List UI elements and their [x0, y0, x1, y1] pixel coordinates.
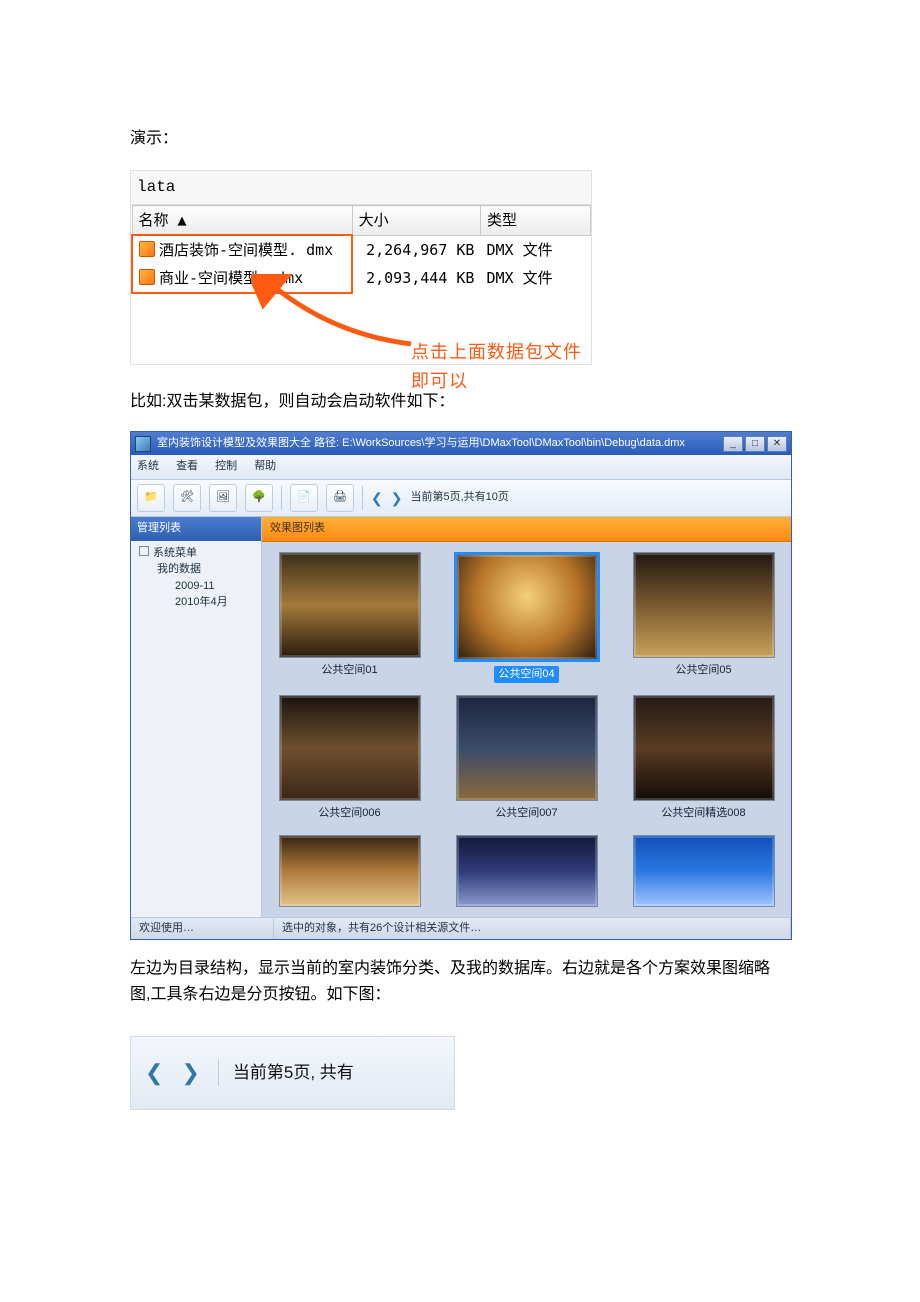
prev-page-button[interactable]: ❮	[371, 487, 383, 509]
app-window: 室内装饰设计模型及效果图大全 路径: E:\WorkSources\学习与运用\…	[130, 431, 792, 941]
window-title: 室内装饰设计模型及效果图大全 路径: E:\WorkSources\学习与运用\…	[157, 435, 721, 453]
thumbnail-label: 公共空间006	[318, 805, 380, 823]
tree-node[interactable]: 我的数据	[135, 561, 257, 578]
pager-label: 当前第5页,共有10页	[410, 489, 508, 507]
menubar: 系统 查看 控制 帮助	[131, 455, 791, 480]
pager-snippet: ❮ ❯ 当前第5页, 共有	[130, 1036, 455, 1110]
tree-node[interactable]: 系统菜单	[135, 545, 257, 562]
tree-node[interactable]: 2009-11	[135, 578, 257, 595]
thumbnail[interactable]	[447, 835, 606, 907]
dmx-file-icon	[139, 241, 155, 257]
thumbnail-grid: 公共空间01 公共空间04 公共空间05 公共空间006 公共空间007 公共空间精选00…	[262, 542, 791, 917]
thumbnail-image	[633, 695, 775, 801]
thumbnail-image	[279, 695, 421, 801]
doc-icon[interactable]: 📄	[290, 484, 318, 512]
next-page-button[interactable]: ❯	[391, 487, 403, 509]
col-size[interactable]: 大小	[352, 206, 480, 236]
thumbnail-label: 公共空间01	[321, 662, 377, 680]
menu-view[interactable]: 查看	[176, 460, 198, 472]
prev-page-icon[interactable]: ❮	[145, 1055, 163, 1090]
annotation-hint: 点击上面数据包文件即可以	[411, 338, 591, 396]
file-table: 名称 ▲ 大小 类型 酒店装饰-空间模型. dmx 2,264,967 KB D…	[131, 205, 591, 294]
print-icon[interactable]: 🖨	[326, 484, 354, 512]
col-name[interactable]: 名称 ▲	[132, 206, 352, 236]
sidebar: 管理列表 系统菜单 我的数据 2009-11 2010年4月	[131, 517, 262, 917]
thumbnail-label: 公共空间007	[495, 805, 557, 823]
close-button[interactable]: ✕	[767, 436, 787, 452]
thumbnail-image	[454, 552, 600, 662]
table-row[interactable]: 商业-空间模型. dmx 2,093,444 KB DMX 文件	[132, 264, 591, 293]
main-title: 效果图列表	[262, 517, 791, 542]
tools-icon[interactable]: 🛠	[173, 484, 201, 512]
statusbar: 欢迎使用… 选中的对象，共有26个设计相关源文件…	[131, 917, 791, 940]
thumbnail-image	[633, 552, 775, 658]
col-type[interactable]: 类型	[480, 206, 590, 236]
thumbnail[interactable]: 公共空间01	[270, 552, 429, 684]
thumbnail[interactable]: 公共空间04	[447, 552, 606, 684]
sidebar-title: 管理列表	[131, 517, 261, 541]
tree: 系统菜单 我的数据 2009-11 2010年4月	[131, 541, 261, 615]
thumbnail[interactable]: 公共空间007	[447, 695, 606, 823]
menu-system[interactable]: 系统	[137, 460, 159, 472]
thumbnail-label: 公共空间04	[494, 666, 558, 684]
table-row[interactable]: 酒店装饰-空间模型. dmx 2,264,967 KB DMX 文件	[132, 235, 591, 264]
heading-demo: 演示：	[130, 126, 790, 152]
thumbnail[interactable]	[624, 835, 783, 907]
thumbnail[interactable]: 公共空间05	[624, 552, 783, 684]
tree-node[interactable]: 2010年4月	[135, 594, 257, 611]
titlebar: 室内装饰设计模型及效果图大全 路径: E:\WorkSources\学习与运用\…	[131, 432, 791, 456]
explorer-path: lata	[131, 171, 591, 206]
app-icon	[135, 436, 151, 452]
thumbnail-label: 公共空间05	[675, 662, 731, 680]
thumbnail-image	[279, 552, 421, 658]
menu-help[interactable]: 帮助	[254, 460, 276, 472]
minimize-button[interactable]: _	[723, 436, 743, 452]
picture-icon[interactable]: 🖼	[209, 484, 237, 512]
thumbnail-label: 公共空间精选008	[661, 805, 745, 823]
thumbnail-image	[633, 835, 775, 907]
tree-icon[interactable]: 🌳	[245, 484, 273, 512]
thumbnail-image	[456, 695, 598, 801]
file-explorer: lata 名称 ▲ 大小 类型 酒店装饰-空间模型. dmx 2,264,967…	[130, 170, 592, 366]
status-right: 选中的对象，共有26个设计相关源文件…	[274, 918, 791, 940]
toolbar-separator	[281, 486, 282, 510]
thumbnail[interactable]: 公共空间精选008	[624, 695, 783, 823]
expand-icon[interactable]	[139, 546, 149, 556]
toolbar: 📁 🛠 🖼 🌳 📄 🖨 ❮ ❯ 当前第5页,共有10页	[131, 480, 791, 517]
main-panel: 效果图列表 公共空间01公共空间04公共空间05公共空间006公共空间007公共…	[262, 517, 791, 917]
toolbar-separator	[362, 486, 363, 510]
folder-icon[interactable]: 📁	[137, 484, 165, 512]
thumbnail-image	[279, 835, 421, 907]
thumbnail[interactable]: 公共空间006	[270, 695, 429, 823]
status-left: 欢迎使用…	[131, 918, 274, 940]
menu-control[interactable]: 控制	[215, 460, 237, 472]
pager-snippet-label: 当前第5页, 共有	[218, 1059, 440, 1086]
next-page-icon[interactable]: ❯	[181, 1055, 199, 1090]
maximize-button[interactable]: □	[745, 436, 765, 452]
dmx-file-icon	[139, 269, 155, 285]
para-bottom: 左边为目录结构，显示当前的室内装饰分类、及我的数据库。右边就是各个方案效果图缩略…	[130, 956, 790, 1007]
thumbnail[interactable]	[270, 835, 429, 907]
thumbnail-image	[456, 835, 598, 907]
